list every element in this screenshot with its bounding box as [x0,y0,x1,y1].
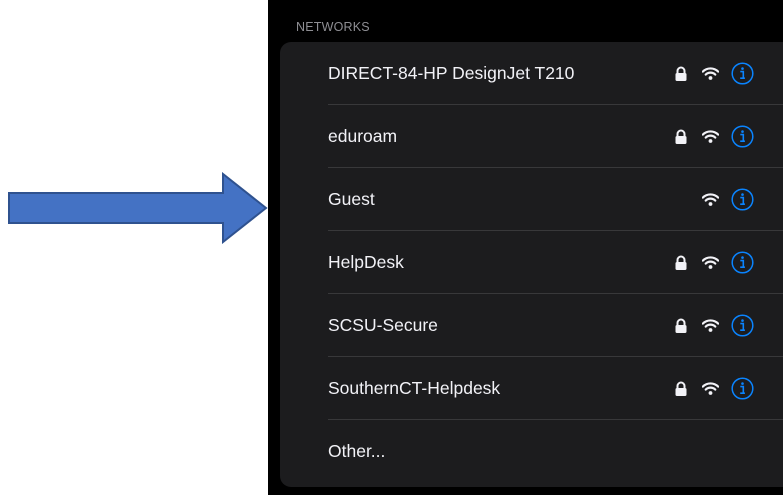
network-name: SCSU-Secure [328,315,438,335]
wifi-icon [702,256,719,269]
network-icons [674,231,754,294]
network-row[interactable]: DIRECT-84-HP DesignJet T210 [280,42,783,105]
network-name: DIRECT-84-HP DesignJet T210 [328,63,575,83]
lock-icon [674,318,688,334]
lock-icon [674,381,688,397]
network-name: eduroam [328,126,398,146]
network-name: HelpDesk [328,252,404,272]
lock-icon [674,66,688,82]
networks-list: DIRECT-84-HP DesignJet T210 eduroam Gues… [280,42,783,487]
network-name: SouthernCT-Helpdesk [328,378,501,398]
lock-icon [674,255,688,271]
wifi-icon [702,67,719,80]
networks-section-header: NETWORKS [296,20,370,34]
network-icons [674,357,754,420]
wifi-settings-panel: NETWORKS DIRECT-84-HP DesignJet T210 edu… [268,0,783,495]
network-icons [702,168,754,231]
wifi-icon [702,193,719,206]
other-network-label: Other... [328,441,386,461]
wifi-icon [702,130,719,143]
info-icon[interactable] [731,251,754,274]
screenshot-stage: NETWORKS DIRECT-84-HP DesignJet T210 edu… [0,0,783,495]
info-icon[interactable] [731,125,754,148]
network-row[interactable]: eduroam [280,105,783,168]
wifi-icon [702,382,719,395]
info-icon[interactable] [731,188,754,211]
network-row[interactable]: HelpDesk [280,231,783,294]
info-icon[interactable] [731,62,754,85]
network-row[interactable]: Guest [280,168,783,231]
network-icons [674,105,754,168]
info-icon[interactable] [731,314,754,337]
network-name: Guest [328,189,375,209]
info-icon[interactable] [731,377,754,400]
wifi-icon [702,319,719,332]
network-icons [674,42,754,105]
network-row[interactable]: SouthernCT-Helpdesk [280,357,783,420]
network-row[interactable]: SCSU-Secure [280,294,783,357]
network-icons [674,294,754,357]
other-network-row[interactable]: Other... [280,420,783,483]
right-arrow-icon [8,172,268,244]
lock-icon [674,129,688,145]
